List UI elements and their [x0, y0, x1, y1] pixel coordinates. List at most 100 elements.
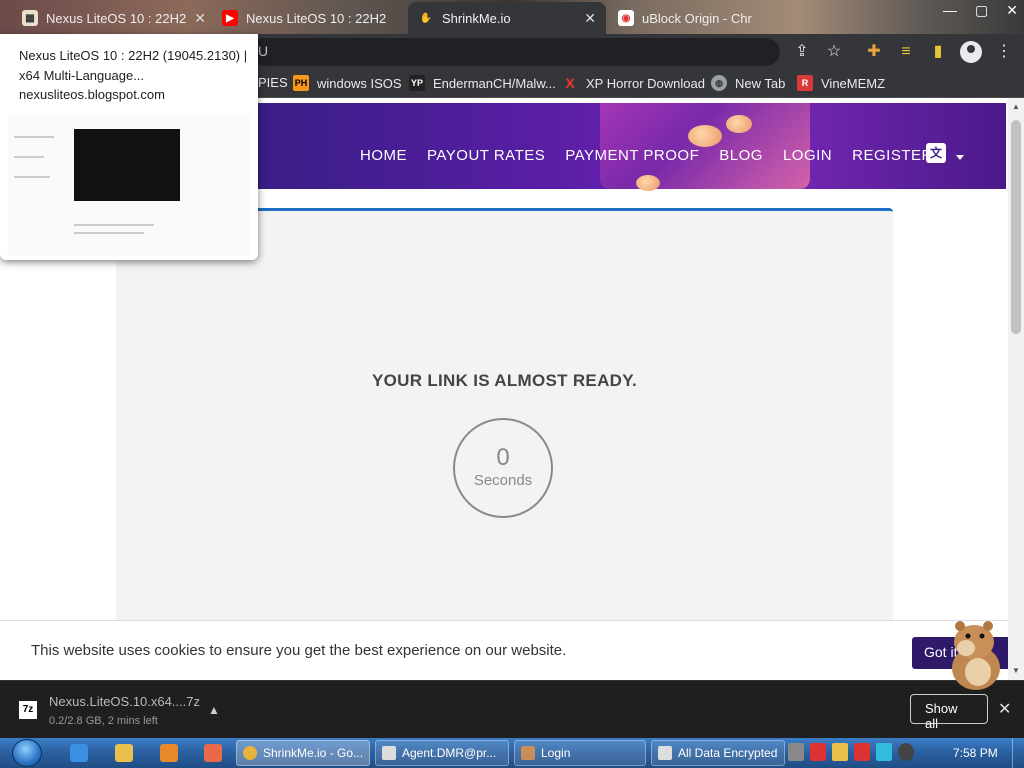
clock[interactable]: 7:58 PM — [953, 746, 998, 760]
nav-payout-rates[interactable]: PAYOUT RATES — [427, 147, 545, 164]
preview-thumbnail — [8, 116, 250, 256]
show-all-button[interactable]: Show all — [910, 694, 988, 731]
extensions-icon[interactable]: ✚ — [864, 42, 884, 62]
bookmark-label: XP Horror Download — [586, 75, 705, 91]
yp-icon: YP — [409, 75, 425, 91]
side-panel-icon[interactable]: ▮ — [928, 42, 948, 62]
taskbar-agent[interactable]: Agent.DMR@pr... — [375, 740, 509, 766]
chrome-icon — [243, 746, 257, 760]
close-icon[interactable]: ✕ — [998, 699, 1011, 719]
tab-shrinkme[interactable]: ✋ ShrinkMe.io ✕ — [408, 2, 606, 34]
ph-icon: PH — [293, 75, 309, 91]
chevron-up-icon[interactable]: ▲ — [208, 703, 220, 717]
youtube-icon: ▶ — [222, 10, 238, 26]
r-icon: R — [797, 75, 813, 91]
window-icon — [658, 746, 672, 760]
folder-icon[interactable] — [115, 744, 133, 762]
bookmark-endermanch[interactable]: YP EndermanCH/Malw... — [409, 75, 556, 91]
video-thumbnail — [74, 129, 180, 201]
maximize-icon[interactable]: ▢ — [975, 2, 988, 19]
cookie-message: This website uses cookies to ensure you … — [31, 642, 567, 659]
menu-kebab-icon[interactable]: ⋮ — [994, 42, 1014, 62]
chrome-store-icon: ◉ — [618, 10, 634, 26]
show-desktop-button[interactable] — [1012, 738, 1024, 768]
taskbar-label: All Data Encrypted — [678, 746, 778, 760]
nav-home[interactable]: HOME — [360, 147, 407, 164]
tab-nexus-1[interactable]: ▦ Nexus LiteOS 10 : 22H2 ✕ — [12, 2, 212, 34]
bookmark-xp-horror[interactable]: X XP Horror Download — [562, 75, 705, 91]
tab-title: uBlock Origin - Chr — [642, 10, 752, 26]
reading-list-icon[interactable]: ≡ — [896, 42, 916, 62]
paint-icon[interactable] — [204, 744, 222, 762]
thumb-line — [14, 176, 50, 178]
bookmark-vinememz[interactable]: R VineMEMZ — [797, 75, 885, 91]
scroll-up-icon[interactable]: ▲ — [1012, 102, 1020, 111]
taskbar-label: Agent.DMR@pr... — [402, 746, 497, 760]
tab-title: Nexus LiteOS 10 : 22H2 — [46, 10, 187, 26]
star-icon[interactable]: ☆ — [824, 42, 844, 62]
system-tray — [788, 743, 914, 761]
page-scrollbar[interactable]: ▲ ▼ — [1008, 98, 1024, 680]
bookmark-windows-isos[interactable]: PH windows ISOS — [293, 75, 402, 91]
link-card: YOUR LINK IS ALMOST READY. 0 Seconds — [116, 208, 893, 680]
thumb-line — [14, 156, 44, 158]
address-text: U — [258, 43, 269, 59]
tab-title: ShrinkMe.io — [442, 10, 511, 26]
blogger-icon: ▦ — [22, 10, 38, 26]
cookie-banner: This website uses cookies to ensure you … — [0, 620, 1008, 680]
close-icon[interactable]: ✕ — [194, 10, 206, 27]
ie-icon[interactable] — [70, 744, 88, 762]
globe-icon: ◍ — [711, 75, 727, 91]
tab-ublock[interactable]: ◉ uBlock Origin - Chr — [608, 2, 808, 34]
tray-volume-icon[interactable] — [898, 743, 914, 761]
bookmark-new-tab[interactable]: ◍ New Tab — [711, 75, 785, 91]
hamster-sticker — [952, 621, 1000, 690]
coin-decoration — [688, 125, 722, 147]
tray-search-icon[interactable] — [832, 743, 848, 761]
taskbar-label: Login — [541, 746, 571, 760]
timer-label: Seconds — [473, 472, 533, 489]
close-icon[interactable]: ✕ — [584, 10, 596, 27]
7z-file-icon: 7z — [19, 701, 37, 719]
translate-icon[interactable]: 文 — [926, 143, 946, 163]
taskbar-encrypted[interactable]: All Data Encrypted — [651, 740, 785, 766]
page-title: YOUR LINK IS ALMOST READY. — [371, 371, 638, 390]
nav-payment-proof[interactable]: PAYMENT PROOF — [565, 147, 699, 164]
tray-flag-icon[interactable] — [854, 743, 870, 761]
tab-nexus-2[interactable]: ▶ Nexus LiteOS 10 : 22H2 — [212, 2, 406, 34]
download-file-name[interactable]: Nexus.LiteOS.10.x64....7z — [49, 694, 200, 709]
windows-taskbar: ShrinkMe.io - Go... Agent.DMR@pr... Logi… — [0, 738, 1024, 768]
chevron-down-icon[interactable] — [956, 155, 964, 160]
bookmark-label: EndermanCH/Malw... — [433, 75, 556, 91]
share-icon[interactable]: ⇪ — [792, 42, 812, 62]
profile-avatar[interactable] — [960, 41, 982, 63]
nav-register[interactable]: REGISTER — [852, 147, 933, 164]
hamster-icon — [521, 746, 535, 760]
start-button[interactable] — [8, 738, 46, 768]
close-window-icon[interactable]: ✕ — [1006, 2, 1018, 19]
tab-hover-preview: Nexus LiteOS 10 : 22H2 (19045.2130) | x6… — [0, 34, 258, 260]
scroll-thumb[interactable] — [1011, 120, 1021, 334]
taskbar-chrome[interactable]: ShrinkMe.io - Go... — [236, 740, 370, 766]
scroll-down-icon[interactable]: ▼ — [1012, 666, 1020, 675]
tray-monitor-icon[interactable] — [876, 743, 892, 761]
preview-url: nexusliteos.blogspot.com — [19, 87, 165, 102]
bookmark-label: PIES — [258, 75, 288, 90]
windows-logo-icon — [12, 739, 42, 767]
tray-app-icon[interactable] — [788, 743, 804, 761]
minimize-icon[interactable]: — — [943, 2, 957, 18]
countdown-timer: 0 Seconds — [453, 418, 553, 518]
timer-value: 0 — [496, 444, 510, 471]
bookmark-label: windows ISOS — [317, 75, 402, 91]
nav-blog[interactable]: BLOG — [719, 147, 763, 164]
nav-login[interactable]: LOGIN — [783, 147, 832, 164]
coin-decoration — [636, 175, 660, 191]
media-player-icon[interactable] — [160, 744, 178, 762]
taskbar-login[interactable]: Login — [514, 740, 646, 766]
bookmark-label: VineMEMZ — [821, 75, 886, 91]
tray-v-icon[interactable] — [810, 743, 826, 761]
bookmark-pies[interactable]: PIES — [258, 75, 288, 90]
download-progress: 0.2/2.8 GB, 2 mins left — [49, 715, 158, 727]
tab-strip: ▦ Nexus LiteOS 10 : 22H2 ✕ ▶ Nexus LiteO… — [0, 0, 1024, 34]
address-bar[interactable]: U — [250, 38, 780, 66]
